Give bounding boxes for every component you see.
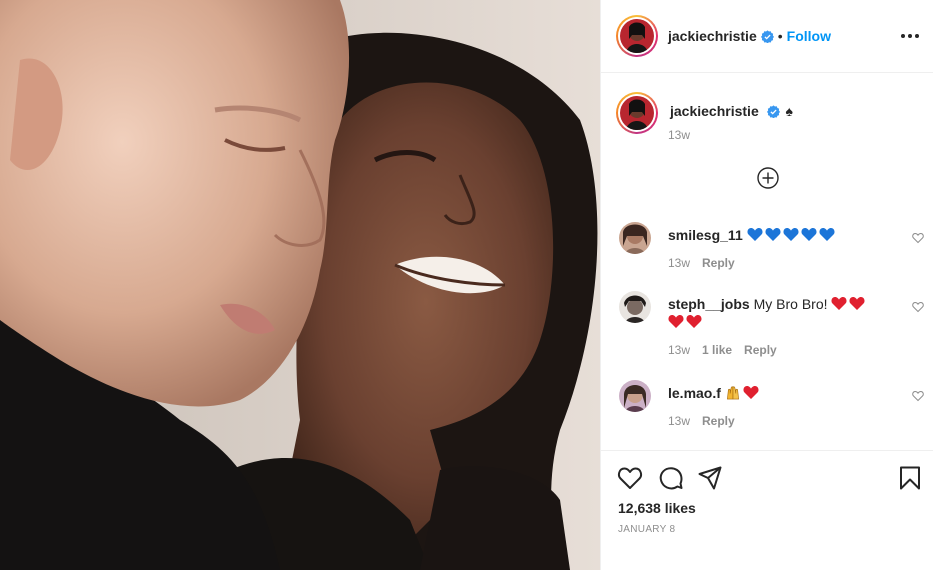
comment-reply-button[interactable]: Reply [702,256,735,270]
likes-count[interactable]: 12,638 likes [618,500,696,516]
caption-verified-badge-icon [766,105,780,118]
commenter-avatar-image [619,380,651,412]
comment-meta: 13w Reply [668,256,735,270]
comment-meta: 13w 1 like Reply [668,343,777,357]
comment-timestamp[interactable]: 13w [668,256,690,270]
post-caption: jackiechristie ♠ 13w [616,92,921,142]
photo-illustration [0,0,600,570]
comment-meta: 13w Reply [668,414,735,428]
comment-timestamp[interactable]: 13w [668,343,690,357]
comment-text: My Bro Bro! [753,296,828,312]
comment-emojis [725,385,761,401]
commenter-avatar[interactable] [619,291,651,323]
post-actions: 12,638 likes JANUARY 8 [601,450,933,570]
comment-reply-button[interactable]: Reply [702,414,735,428]
post-photo[interactable] [0,0,600,570]
caption-username[interactable]: jackiechristie [670,103,759,119]
commenter-avatar-image [619,291,651,323]
post-sidebar: jackiechristie • Follow jackiechristie ♠… [600,0,933,570]
commenter-avatar[interactable] [619,380,651,412]
red-heart-icon [686,315,702,328]
raising-hands-icon [726,386,739,400]
heart-outline-icon[interactable] [617,465,643,491]
comment-body: smilesg_11 [668,226,888,244]
red-heart-icon [849,297,865,310]
plus-circle-icon[interactable] [757,167,779,189]
caption-text: ♠ [785,103,793,119]
caption-avatar-image [620,96,654,130]
more-options-icon[interactable] [901,28,919,44]
bookmark-icon[interactable] [897,465,923,491]
author-avatar-image [620,19,654,53]
comment-username[interactable]: le.mao.f [668,385,721,401]
red-heart-icon [831,297,847,310]
blue-heart-icon [819,228,835,241]
author-username[interactable]: jackiechristie [668,28,757,44]
post-date[interactable]: JANUARY 8 [618,524,675,535]
header-dot-separator: • [777,28,783,44]
paper-plane-icon[interactable] [697,465,723,491]
comment-likes-count[interactable]: 1 like [702,343,732,357]
comment-emojis [747,227,837,243]
comment-like-heart-icon[interactable] [912,301,924,313]
comment-bubble-icon[interactable] [658,465,684,491]
comment-reply-button[interactable]: Reply [744,343,777,357]
blue-heart-icon [783,228,799,241]
blue-heart-icon [747,228,763,241]
comment-item: smilesg_11 13w Reply [619,222,924,272]
comment-timestamp[interactable]: 13w [668,414,690,428]
comment-username[interactable]: smilesg_11 [668,227,743,243]
blue-heart-icon [765,228,781,241]
follow-button[interactable]: Follow [787,28,831,44]
verified-badge-icon [760,29,774,43]
commenter-avatar[interactable] [619,222,651,254]
comment-body: le.mao.f [668,384,888,402]
blue-heart-icon [801,228,817,241]
red-heart-icon [668,315,684,328]
comment-like-heart-icon[interactable] [912,232,924,244]
author-avatar[interactable] [616,15,658,57]
comment-body: steph__jobs My Bro Bro! [668,295,888,331]
caption-timestamp[interactable]: 13w [668,128,690,142]
comment-item: le.mao.f 13w Reply [619,380,924,430]
comment-like-heart-icon[interactable] [912,390,924,402]
post-header: jackiechristie • Follow [601,0,933,73]
commenter-avatar-image [619,222,651,254]
red-heart-icon [743,386,759,399]
caption-avatar[interactable] [616,92,658,134]
comment-username[interactable]: steph__jobs [668,296,750,312]
comment-item: steph__jobs My Bro Bro! 13w 1 like Reply [619,291,924,361]
